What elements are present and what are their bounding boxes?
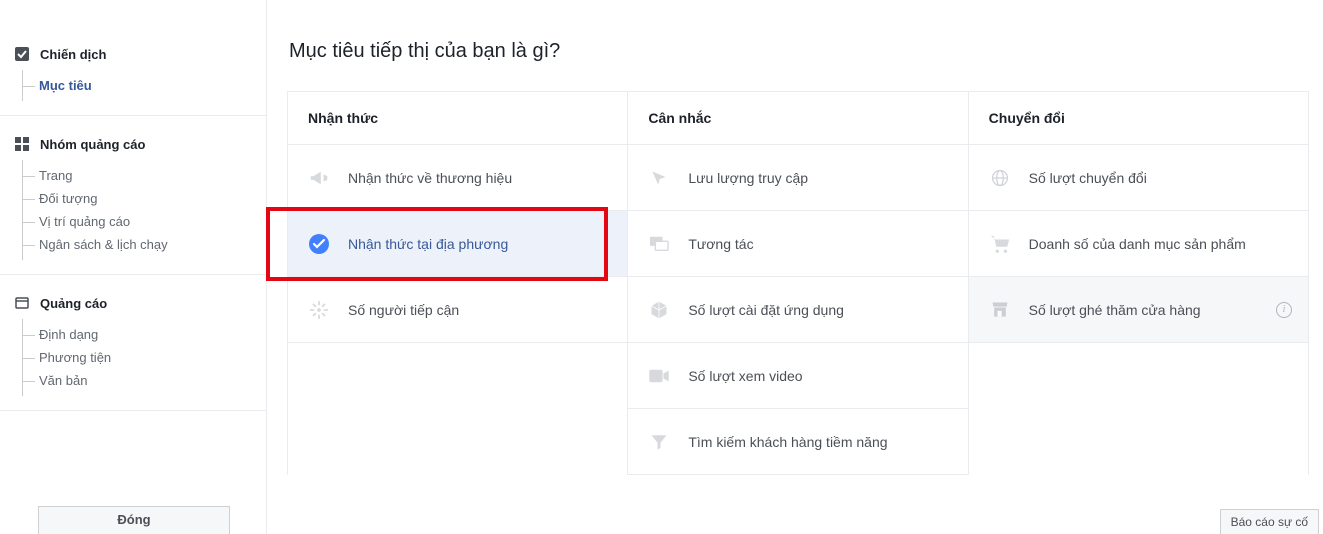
nav-item-text[interactable]: Văn bản bbox=[23, 369, 252, 392]
sidebar: Chiến dịch Mục tiêu Nhóm quảng cáo Trang… bbox=[0, 0, 267, 534]
video-icon bbox=[648, 365, 670, 387]
objective-label: Tương tác bbox=[688, 236, 753, 252]
nav-section-ad[interactable]: Quảng cáo bbox=[14, 289, 252, 317]
nav-section-adset[interactable]: Nhóm quảng cáo bbox=[14, 130, 252, 158]
objective-video-views[interactable]: Số lượt xem video bbox=[628, 343, 967, 409]
objective-label: Tìm kiếm khách hàng tiềm năng bbox=[688, 434, 887, 450]
objective-label: Số lượt chuyển đổi bbox=[1029, 170, 1147, 186]
objectives-grid: Nhận thức Nhận thức về thương hiệu Nhận … bbox=[287, 91, 1309, 475]
nav-section-campaign[interactable]: Chiến dịch bbox=[14, 40, 252, 68]
box-icon bbox=[648, 299, 670, 321]
objective-label: Số lượt ghé thăm cửa hàng bbox=[1029, 302, 1201, 318]
nav-section-label: Nhóm quảng cáo bbox=[40, 137, 145, 152]
objective-engagement[interactable]: Tương tác bbox=[628, 211, 967, 277]
grid-icon bbox=[14, 136, 30, 152]
objective-label: Nhận thức tại địa phương bbox=[348, 236, 508, 252]
nav-item-page[interactable]: Trang bbox=[23, 164, 252, 187]
objective-catalog-sales[interactable]: Doanh số của danh mục sản phẩm bbox=[969, 211, 1308, 277]
check-circle-icon bbox=[308, 233, 330, 255]
cart-icon bbox=[989, 233, 1011, 255]
column-heading: Chuyển đổi bbox=[969, 92, 1308, 145]
objective-label: Số người tiếp cận bbox=[348, 302, 459, 318]
cursor-icon bbox=[648, 167, 670, 189]
nav-item-media[interactable]: Phương tiện bbox=[23, 346, 252, 369]
nav-item-budget[interactable]: Ngân sách & lịch chạy bbox=[23, 233, 252, 256]
objective-label: Nhận thức về thương hiệu bbox=[348, 170, 512, 186]
nav-item-objective[interactable]: Mục tiêu bbox=[23, 74, 252, 97]
objective-local-awareness[interactable]: Nhận thức tại địa phương bbox=[288, 211, 627, 277]
chat-icon bbox=[648, 233, 670, 255]
megaphone-icon bbox=[308, 167, 330, 189]
objective-conversions[interactable]: Số lượt chuyển đổi bbox=[969, 145, 1308, 211]
nav-section-label: Quảng cáo bbox=[40, 296, 107, 311]
nav-item-audience[interactable]: Đối tượng bbox=[23, 187, 252, 210]
ad-icon bbox=[14, 295, 30, 311]
nav-item-format[interactable]: Định dạng bbox=[23, 323, 252, 346]
objective-label: Số lượt cài đặt ứng dụng bbox=[688, 302, 844, 318]
main-content: Mục tiêu tiếp thị của bạn là gì? Nhận th… bbox=[267, 0, 1323, 534]
objective-traffic[interactable]: Lưu lượng truy cập bbox=[628, 145, 967, 211]
objective-brand-awareness[interactable]: Nhận thức về thương hiệu bbox=[288, 145, 627, 211]
column-heading: Nhận thức bbox=[288, 92, 627, 145]
objective-label: Số lượt xem video bbox=[688, 368, 802, 384]
store-icon bbox=[989, 299, 1011, 321]
info-icon[interactable]: i bbox=[1276, 302, 1292, 318]
nav-item-placements[interactable]: Vị trí quảng cáo bbox=[23, 210, 252, 233]
objective-label: Lưu lượng truy cập bbox=[688, 170, 808, 186]
column-heading: Cân nhắc bbox=[628, 92, 967, 145]
objective-reach[interactable]: Số người tiếp cận bbox=[288, 277, 627, 343]
column-conversion: Chuyển đổi Số lượt chuyển đổi Doanh số c… bbox=[969, 92, 1308, 475]
funnel-icon bbox=[648, 431, 670, 453]
objective-label: Doanh số của danh mục sản phẩm bbox=[1029, 236, 1246, 252]
globe-icon bbox=[989, 167, 1011, 189]
column-awareness: Nhận thức Nhận thức về thương hiệu Nhận … bbox=[288, 92, 628, 475]
column-consideration: Cân nhắc Lưu lượng truy cập Tương tác Số… bbox=[628, 92, 968, 475]
checkbox-filled-icon bbox=[14, 46, 30, 62]
reach-icon bbox=[308, 299, 330, 321]
objective-lead-gen[interactable]: Tìm kiếm khách hàng tiềm năng bbox=[628, 409, 967, 475]
report-issue-button[interactable]: Báo cáo sự cố bbox=[1220, 509, 1319, 534]
nav-section-label: Chiến dịch bbox=[40, 47, 106, 62]
close-button[interactable]: Đóng bbox=[38, 506, 230, 534]
objective-app-installs[interactable]: Số lượt cài đặt ứng dụng bbox=[628, 277, 967, 343]
objective-store-visits[interactable]: Số lượt ghé thăm cửa hàng i bbox=[969, 277, 1308, 343]
page-title: Mục tiêu tiếp thị của bạn là gì? bbox=[287, 40, 1323, 63]
